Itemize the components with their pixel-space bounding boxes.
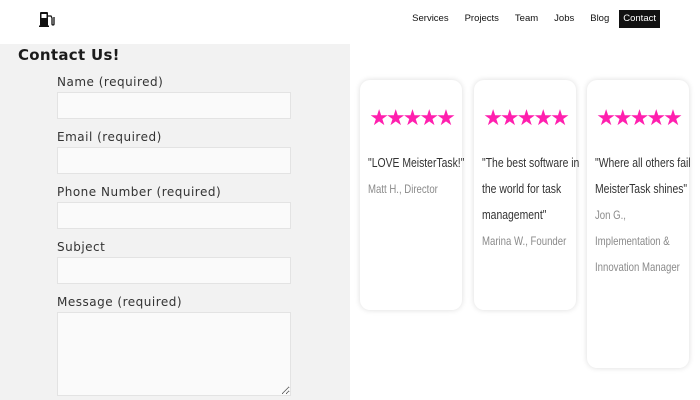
- testimonial-author: Matt H., Director: [368, 182, 438, 196]
- subject-label: Subject: [57, 240, 106, 254]
- fuel-pump-icon[interactable]: [38, 10, 56, 28]
- star-rating: ★★★★★: [360, 107, 462, 131]
- form-title: Contact Us!: [18, 46, 120, 64]
- nav-jobs[interactable]: Jobs: [546, 10, 582, 28]
- testimonial-card: ★★★★★ "Where all others fail MeisterTask…: [587, 80, 691, 368]
- nav-services[interactable]: Services: [404, 10, 456, 28]
- nav-blog[interactable]: Blog: [582, 10, 617, 28]
- testimonial-text: "LOVE MeisterTask!" Matt H., Director: [368, 150, 466, 202]
- name-field[interactable]: [57, 92, 291, 119]
- star-icon: ★★★★★: [369, 106, 456, 131]
- testimonial-author: Marina W., Founder: [482, 234, 567, 248]
- nav-contact[interactable]: Contact: [619, 10, 660, 28]
- email-field[interactable]: [57, 147, 291, 174]
- testimonial-author: Jon G., Implementation & Innovation Mana…: [595, 208, 680, 274]
- star-rating: ★★★★★: [587, 107, 689, 131]
- testimonial-quote: "LOVE MeisterTask!": [368, 155, 465, 170]
- nav-projects[interactable]: Projects: [457, 10, 507, 28]
- testimonial-card: ★★★★★ "LOVE MeisterTask!" Matt H., Direc…: [360, 80, 464, 310]
- testimonial-text: "Where all others fail MeisterTask shine…: [595, 150, 693, 280]
- testimonial-quote: "Where all others fail MeisterTask shine…: [595, 155, 691, 196]
- testimonial-quote: "The best software in the world for task…: [482, 155, 580, 222]
- main-nav: Services Projects Team Jobs Blog Contact: [404, 10, 660, 28]
- testimonial-card: ★★★★★ "The best software in the world fo…: [474, 80, 579, 310]
- site-header: Services Projects Team Jobs Blog Contact: [0, 0, 700, 44]
- testimonial-text: "The best software in the world for task…: [482, 150, 580, 254]
- message-label: Message (required): [57, 295, 183, 309]
- phone-label: Phone Number (required): [57, 185, 222, 199]
- star-icon: ★★★★★: [596, 106, 683, 131]
- name-label: Name (required): [57, 75, 164, 89]
- subject-field[interactable]: [57, 257, 291, 284]
- contact-form-panel: Contact Us! Name (required) Email (requi…: [0, 44, 350, 400]
- nav-team[interactable]: Team: [507, 10, 546, 28]
- message-field[interactable]: [57, 312, 291, 396]
- star-rating: ★★★★★: [474, 107, 576, 131]
- email-label: Email (required): [57, 130, 162, 144]
- star-icon: ★★★★★: [483, 106, 570, 131]
- phone-field[interactable]: [57, 202, 291, 229]
